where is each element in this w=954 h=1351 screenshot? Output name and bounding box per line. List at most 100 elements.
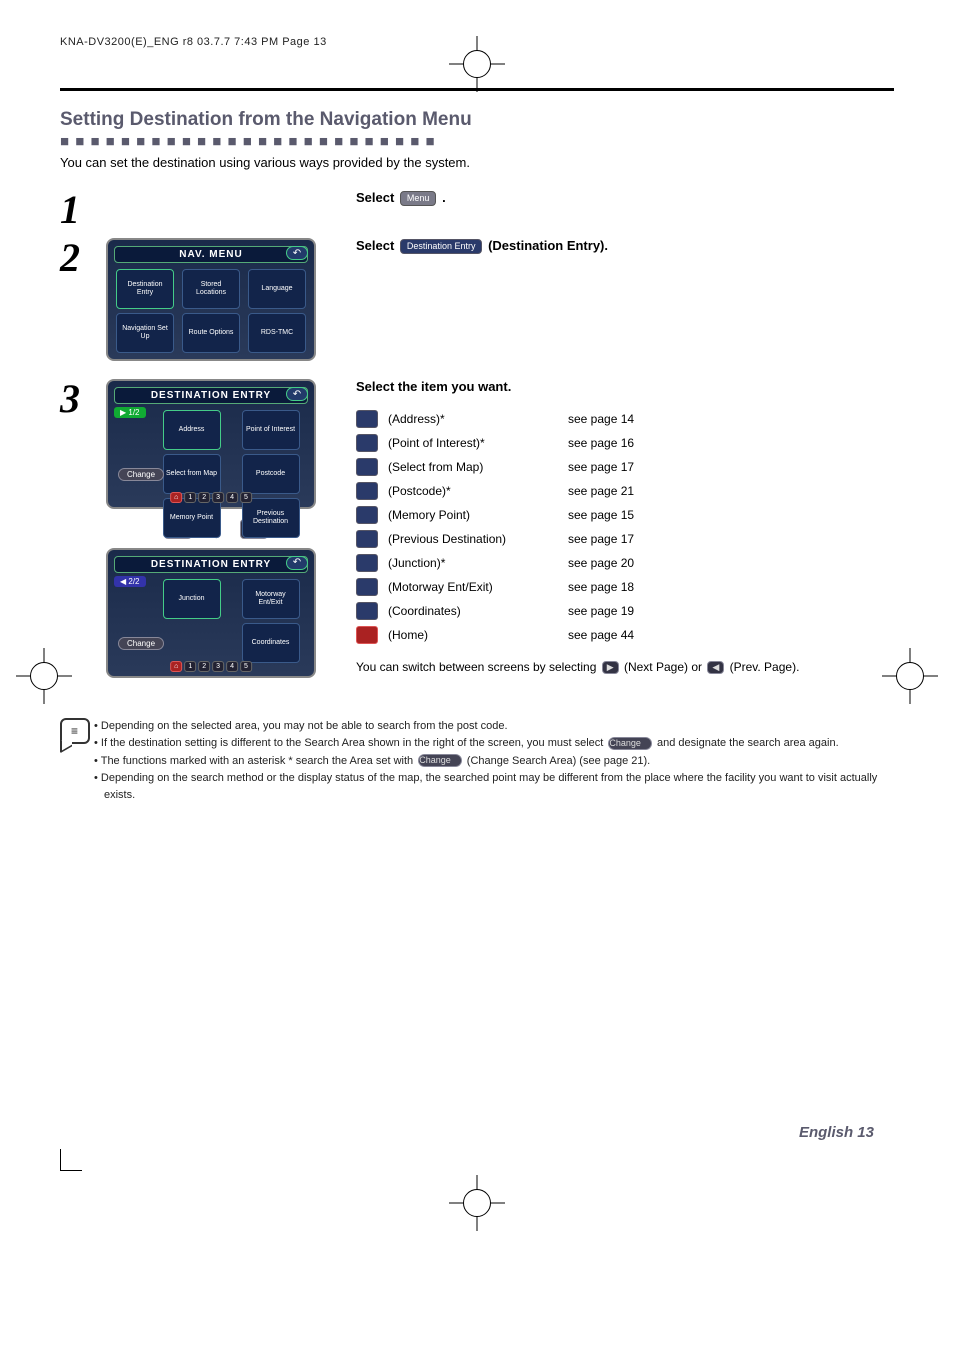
registration-mark-top	[449, 36, 505, 92]
switch-note: You can switch between screens by select…	[356, 658, 894, 676]
item-page-ref: see page 21	[568, 484, 634, 498]
step-3: 3 ↶ DESTINATION ENTRY ▶ 1/2 Address Poin…	[60, 379, 894, 688]
nav-cell-destination-entry[interactable]: Destination Entry	[116, 269, 174, 309]
item-row: (Junction)*see page 20	[356, 554, 894, 572]
destination-entry-1-screenshot: ↶ DESTINATION ENTRY ▶ 1/2 Address Point …	[106, 379, 316, 509]
item-icon	[356, 506, 378, 524]
change-chip-2[interactable]: Change	[418, 754, 462, 767]
item-icon	[356, 554, 378, 572]
destination-entry-2-screenshot: ↶ DESTINATION ENTRY ◀ 2/2 Junction Motor…	[106, 548, 316, 678]
page: KNA-DV3200(E)_ENG r8 03.7.7 7:43 PM Page…	[0, 0, 954, 1351]
note-2: If the destination setting is different …	[94, 735, 894, 752]
prev-page-chip[interactable]: ◀	[707, 661, 724, 674]
item-list: (Address)*see page 14(Point of Interest)…	[356, 410, 894, 644]
pager-1[interactable]: 1	[184, 661, 196, 672]
item-name: (Select from Map)	[388, 460, 568, 474]
nav-menu-screenshot: ↶ NAV. MENU Destination Entry Stored Loc…	[106, 238, 316, 361]
menu-chip[interactable]: Menu	[400, 191, 437, 206]
dest-cell-address[interactable]: Address	[163, 410, 221, 450]
item-page-ref: see page 17	[568, 532, 634, 546]
item-name: (Memory Point)	[388, 508, 568, 522]
dotted-underline: ■ ■ ■ ■ ■ ■ ■ ■ ■ ■ ■ ■ ■ ■ ■ ■ ■ ■ ■ ■ …	[60, 133, 894, 147]
pager-5[interactable]: 5	[240, 492, 252, 503]
next-page-chip[interactable]: ▶	[602, 661, 619, 674]
home-icon	[356, 626, 378, 644]
pager-3[interactable]: 3	[212, 492, 224, 503]
page-footer: English 13	[799, 1124, 874, 1141]
item-row: (Previous Destination)see page 17	[356, 530, 894, 548]
nav-cell-nav-setup[interactable]: Navigation Set Up	[116, 313, 174, 353]
item-page-ref: see page 44	[568, 628, 634, 642]
item-page-ref: see page 20	[568, 556, 634, 570]
pager-2[interactable]: 2	[198, 492, 210, 503]
section-intro: You can set the destination using variou…	[60, 155, 894, 170]
content: Setting Destination from the Navigation …	[60, 88, 894, 804]
step-1-text-a: Select	[356, 190, 398, 205]
nav-cell-rds-tmc[interactable]: RDS-TMC	[248, 313, 306, 353]
back-icon[interactable]: ↶	[286, 246, 308, 260]
destination-entry-chip[interactable]: Destination Entry	[400, 239, 483, 254]
dest-cell-motorway[interactable]: Motorway Ent/Exit	[242, 579, 300, 619]
page-indicator-2: ◀ 2/2	[114, 576, 146, 587]
pager-4[interactable]: 4	[226, 492, 238, 503]
item-icon	[356, 578, 378, 596]
pager-home-icon[interactable]: ⌂	[170, 661, 182, 672]
item-row: (Home)see page 44	[356, 626, 894, 644]
item-row: (Postcode)*see page 21	[356, 482, 894, 500]
nav-cell-language[interactable]: Language	[248, 269, 306, 309]
crop-corner	[60, 1149, 82, 1171]
pager-4[interactable]: 4	[226, 661, 238, 672]
pager-5[interactable]: 5	[240, 661, 252, 672]
dest-cell-junction[interactable]: Junction	[163, 579, 221, 619]
change-button[interactable]: Change	[118, 468, 164, 481]
step-1-text: Select Menu .	[326, 190, 894, 206]
change-chip[interactable]: Change	[608, 737, 652, 750]
nav-cell-stored-locations[interactable]: Stored Locations	[182, 269, 240, 309]
steps: 1 Select Menu . 2 ↶ NAV. MENU Destinatio	[60, 190, 894, 688]
section-title: Setting Destination from the Navigation …	[60, 109, 894, 131]
step-2: 2 ↶ NAV. MENU Destination Entry Stored L…	[60, 238, 894, 371]
item-page-ref: see page 19	[568, 604, 634, 618]
change-button-2[interactable]: Change	[118, 637, 164, 650]
pager-1[interactable]: 1	[184, 492, 196, 503]
notes-block: ≡ Depending on the selected area, you ma…	[60, 718, 894, 805]
item-icon	[356, 482, 378, 500]
step-3-heading: Select the item you want.	[356, 379, 511, 394]
back-icon[interactable]: ↶	[286, 387, 308, 401]
item-page-ref: see page 16	[568, 436, 634, 450]
step-number: 3	[60, 379, 106, 419]
item-row: (Select from Map)see page 17	[356, 458, 894, 476]
item-row: (Address)*see page 14	[356, 410, 894, 428]
item-icon	[356, 458, 378, 476]
nav-menu-title: NAV. MENU	[114, 246, 308, 263]
item-icon	[356, 434, 378, 452]
pager-3[interactable]: 3	[212, 661, 224, 672]
item-name: (Home)	[388, 628, 568, 642]
dest-cell-memory[interactable]: Memory Point	[163, 498, 221, 538]
item-icon	[356, 410, 378, 428]
item-page-ref: see page 14	[568, 412, 634, 426]
item-name: (Postcode)*	[388, 484, 568, 498]
pager-2[interactable]: 2	[198, 661, 210, 672]
back-icon[interactable]: ↶	[286, 556, 308, 570]
nav-cell-route-options[interactable]: Route Options	[182, 313, 240, 353]
step-2-text-a: Select	[356, 238, 398, 253]
registration-mark-bottom	[449, 1175, 505, 1231]
dest-cell-coordinates[interactable]: Coordinates	[242, 623, 300, 663]
step-number: 2	[60, 238, 106, 278]
dest-title: DESTINATION ENTRY	[114, 387, 308, 404]
dest-cell-poi[interactable]: Point of Interest	[242, 410, 300, 450]
item-row: (Point of Interest)*see page 16	[356, 434, 894, 452]
item-name: (Previous Destination)	[388, 532, 568, 546]
item-name: (Point of Interest)*	[388, 436, 568, 450]
item-name: (Address)*	[388, 412, 568, 426]
dest-cell-map[interactable]: Select from Map	[163, 454, 221, 494]
item-name: (Motorway Ent/Exit)	[388, 580, 568, 594]
dest-cell-postcode[interactable]: Postcode	[242, 454, 300, 494]
item-page-ref: see page 18	[568, 580, 634, 594]
page-indicator: ▶ 1/2	[114, 407, 146, 418]
pager-home-icon[interactable]: ⌂	[170, 492, 182, 503]
dest-cell-previous[interactable]: Previous Destination	[242, 498, 300, 538]
item-row: (Motorway Ent/Exit)see page 18	[356, 578, 894, 596]
step-1: 1 Select Menu .	[60, 190, 894, 230]
